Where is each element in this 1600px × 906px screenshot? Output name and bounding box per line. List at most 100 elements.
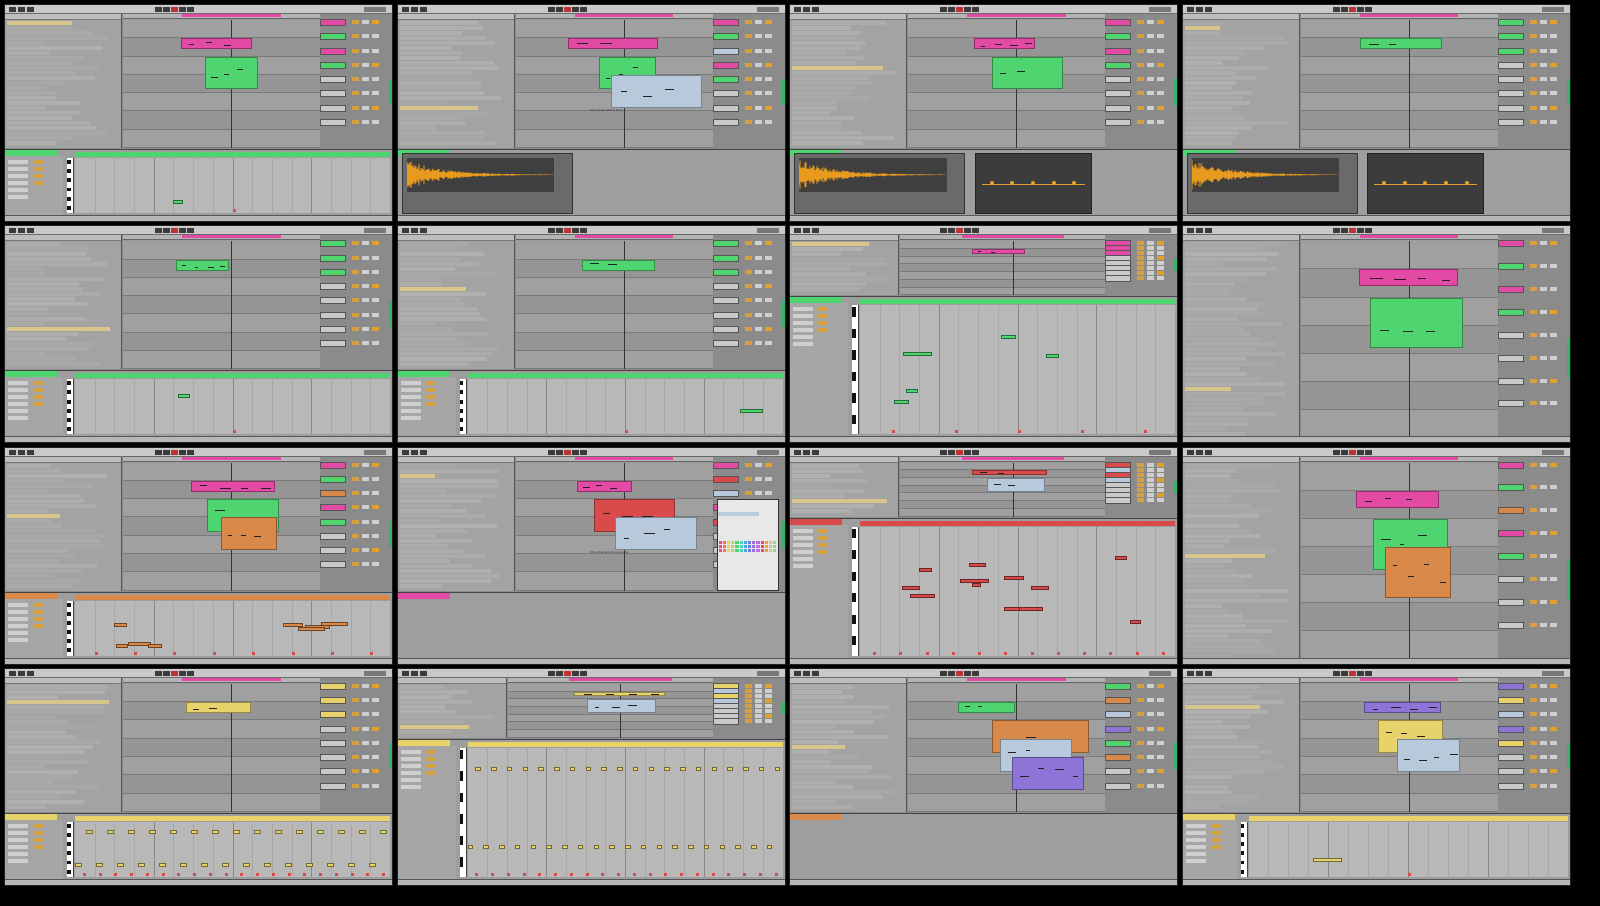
play-button[interactable] — [547, 670, 555, 676]
track-pan[interactable] — [1539, 769, 1547, 774]
track-pan[interactable] — [362, 519, 369, 524]
black-key[interactable] — [67, 417, 71, 422]
track-volume[interactable] — [1137, 740, 1144, 745]
velocity-marker[interactable] — [82, 872, 86, 876]
browser-item[interactable] — [1184, 468, 1237, 473]
browser-item[interactable] — [1184, 734, 1237, 739]
browser-item[interactable] — [399, 347, 498, 352]
browser-item[interactable] — [399, 533, 437, 538]
track-header[interactable] — [1497, 682, 1524, 690]
metronome-button[interactable] — [18, 449, 25, 455]
browser-item[interactable] — [7, 352, 46, 357]
color-palette[interactable] — [718, 540, 778, 553]
browser-item[interactable] — [1184, 518, 1238, 523]
clip-property-toggle[interactable] — [33, 381, 43, 386]
loop-brace[interactable] — [574, 456, 674, 460]
detail-view[interactable] — [790, 812, 1177, 880]
track-header[interactable] — [1105, 697, 1131, 705]
color-swatch[interactable] — [747, 544, 752, 548]
loop-brace[interactable] — [961, 456, 1064, 460]
timeline-ruler[interactable] — [515, 14, 713, 19]
browser-item[interactable] — [1184, 779, 1226, 784]
note-ruler[interactable] — [467, 373, 783, 379]
track-volume[interactable] — [744, 708, 752, 713]
track-activator[interactable] — [1549, 62, 1557, 67]
browser-item[interactable] — [1184, 377, 1261, 382]
track-header[interactable] — [1497, 507, 1524, 515]
browser-item[interactable] — [7, 468, 62, 473]
velocity-marker[interactable] — [303, 872, 307, 876]
track-lane[interactable] — [515, 241, 713, 260]
browser-search[interactable] — [397, 677, 506, 684]
track-pan[interactable] — [754, 269, 762, 274]
track-activator[interactable] — [1157, 726, 1164, 731]
midi-note[interactable] — [774, 767, 781, 772]
color-swatch[interactable] — [743, 544, 747, 548]
track-activator[interactable] — [1549, 769, 1557, 774]
browser-item[interactable] — [399, 317, 486, 322]
track-pan[interactable] — [1539, 531, 1547, 536]
velocity-marker[interactable] — [774, 872, 778, 876]
play-button[interactable] — [940, 7, 947, 12]
track-pan[interactable] — [754, 312, 762, 317]
midi-note[interactable] — [743, 767, 749, 772]
black-key[interactable] — [459, 792, 464, 803]
piano-roll[interactable] — [75, 821, 390, 877]
browser-item[interactable] — [7, 287, 82, 292]
track-volume[interactable] — [352, 476, 359, 481]
track-volume[interactable] — [352, 77, 359, 81]
track-volume[interactable] — [1529, 683, 1537, 688]
browser-item[interactable] — [7, 56, 84, 60]
clip-green[interactable] — [991, 56, 1064, 90]
velocity-marker[interactable] — [224, 872, 228, 876]
record-button[interactable] — [956, 449, 963, 455]
timeline-ruler[interactable] — [515, 456, 713, 462]
track-pan[interactable] — [1539, 740, 1547, 745]
browser-item[interactable] — [1184, 483, 1276, 488]
browser-item[interactable] — [1184, 252, 1280, 257]
browser-item[interactable] — [792, 473, 830, 478]
record-button[interactable] — [171, 670, 178, 676]
midi-note[interactable] — [538, 767, 544, 772]
track-activator[interactable] — [1549, 508, 1557, 513]
clip-property-field[interactable] — [8, 181, 28, 185]
play-button[interactable] — [940, 670, 947, 676]
track-activator[interactable] — [372, 462, 379, 467]
browser-item[interactable] — [792, 478, 867, 483]
track-header[interactable] — [712, 76, 739, 83]
clip-property-field[interactable] — [400, 416, 421, 421]
browser-item[interactable] — [7, 488, 48, 493]
arrangement-view[interactable] — [515, 235, 713, 370]
record-button[interactable] — [563, 228, 571, 234]
track-activator[interactable] — [1157, 487, 1164, 492]
browser-item[interactable] — [1184, 754, 1260, 759]
velocity-marker[interactable] — [899, 651, 903, 655]
browser-item[interactable] — [1184, 397, 1264, 402]
browser-item[interactable] — [1184, 136, 1236, 140]
track-header[interactable] — [320, 682, 346, 690]
browser-item[interactable] — [7, 31, 94, 35]
browser-item[interactable] — [792, 709, 873, 714]
browser-item[interactable] — [7, 528, 95, 533]
track-volume[interactable] — [744, 62, 752, 67]
track-volume[interactable] — [352, 105, 359, 110]
track-lane[interactable] — [900, 501, 1105, 509]
color-swatch[interactable] — [731, 540, 735, 544]
browser-item[interactable] — [792, 96, 870, 100]
tap-button[interactable] — [1186, 670, 1194, 676]
track-volume[interactable] — [1529, 783, 1537, 788]
browser-item[interactable] — [1184, 247, 1263, 252]
browser-item[interactable] — [1184, 533, 1262, 538]
clip-property-field[interactable] — [400, 777, 421, 782]
overdub-button[interactable] — [571, 7, 579, 12]
track-pan[interactable] — [1539, 712, 1547, 717]
loop-brace[interactable] — [1359, 677, 1459, 681]
track-lane[interactable] — [507, 683, 713, 692]
track-pan[interactable] — [1147, 783, 1154, 788]
midi-note[interactable] — [758, 767, 765, 772]
track-header[interactable] — [1497, 104, 1524, 112]
track-pan[interactable] — [362, 269, 369, 274]
overdub-button[interactable] — [571, 228, 579, 234]
black-key[interactable] — [852, 593, 856, 603]
browser-item[interactable] — [1184, 588, 1289, 593]
